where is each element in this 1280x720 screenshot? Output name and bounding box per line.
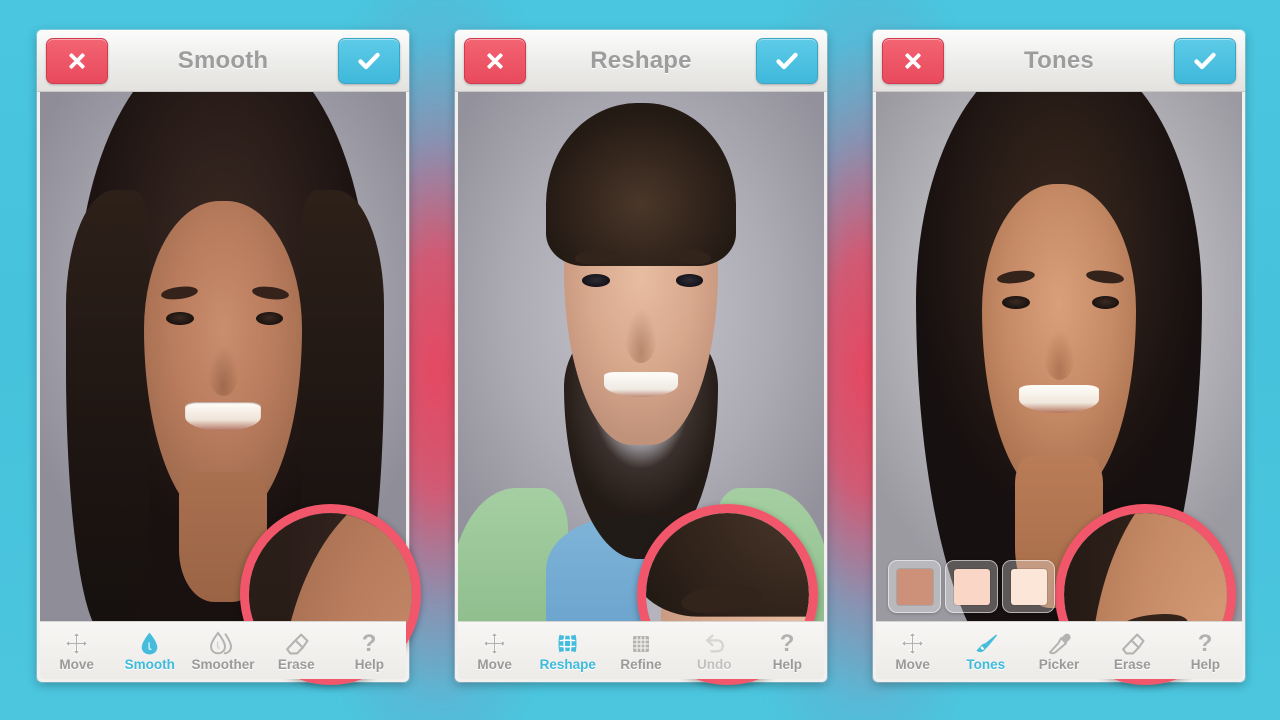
tool-picker[interactable]: Picker <box>1022 622 1095 679</box>
tool-label: Refine <box>620 656 662 672</box>
tone-swatch-medium[interactable] <box>888 560 941 613</box>
tone-swatch-pale[interactable] <box>1002 560 1055 613</box>
swatch-color-chip <box>1010 568 1047 605</box>
tool-help[interactable]: ? Help <box>333 622 406 679</box>
titlebar-reshape: Reshape <box>455 30 827 92</box>
swatch-color-chip <box>896 568 933 605</box>
tool-label: Reshape <box>539 656 596 672</box>
tool-label: Smoother <box>191 656 255 672</box>
move-arrows-icon <box>900 630 925 656</box>
tone-swatch-tray <box>888 560 1055 613</box>
tool-refine[interactable]: Refine <box>604 622 677 679</box>
question-mark-icon: ? <box>359 630 379 656</box>
toolbar-smooth: Move Smooth Smoother Erase ? Help <box>40 621 406 679</box>
droplet-icon <box>139 630 160 656</box>
close-x-icon <box>69 53 85 69</box>
tool-help[interactable]: ? Help <box>1169 622 1242 679</box>
toolbar-reshape: Move Reshape Refine Undo ? Help <box>458 621 824 679</box>
tool-help[interactable]: ? Help <box>751 622 824 679</box>
tool-erase[interactable]: Erase <box>1096 622 1169 679</box>
tool-label: Smooth <box>124 656 175 672</box>
tool-label: Picker <box>1038 656 1080 672</box>
tool-label: Move <box>895 656 930 672</box>
close-x-icon <box>487 53 503 69</box>
eraser-icon <box>1120 630 1145 656</box>
undo-arrow-icon <box>702 630 727 656</box>
tool-label: Erase <box>277 656 315 672</box>
titlebar-tones: Tones <box>873 30 1245 92</box>
tool-smoother[interactable]: Smoother <box>186 622 259 679</box>
tool-label: Move <box>477 656 512 672</box>
phone-screen-tones: Tones Move Tones Picker Erase ? Help <box>873 30 1245 685</box>
tool-label: Help <box>354 656 385 672</box>
tool-move[interactable]: Move <box>458 622 531 679</box>
panel-title: Tones <box>1024 46 1094 74</box>
confirm-button[interactable] <box>756 38 818 84</box>
svg-text:?: ? <box>362 631 377 656</box>
question-mark-icon: ? <box>777 630 797 656</box>
move-arrows-icon <box>482 630 507 656</box>
close-x-icon <box>905 53 921 69</box>
move-arrows-icon <box>64 630 89 656</box>
cancel-button[interactable] <box>46 38 108 84</box>
checkmark-icon <box>1194 52 1216 70</box>
phone-screen-reshape: Reshape Move Reshape Refine Undo ? Help <box>455 30 827 685</box>
tool-label: Help <box>1190 656 1221 672</box>
panel-title: Reshape <box>590 46 692 74</box>
tool-smooth[interactable]: Smooth <box>113 622 186 679</box>
tool-label: Tones <box>966 656 1006 672</box>
tool-label: Erase <box>1113 656 1151 672</box>
svg-text:?: ? <box>780 631 795 656</box>
cancel-button[interactable] <box>464 38 526 84</box>
toolbar-tones: Move Tones Picker Erase ? Help <box>876 621 1242 679</box>
warp-grid-icon <box>555 630 580 656</box>
tool-label: Move <box>59 656 94 672</box>
titlebar-smooth: Smooth <box>37 30 409 92</box>
checkmark-icon <box>358 52 380 70</box>
tool-undo[interactable]: Undo <box>678 622 751 679</box>
tool-label: Help <box>772 656 803 672</box>
swatch-color-chip <box>953 568 990 605</box>
checkmark-icon <box>776 52 798 70</box>
fine-grid-icon <box>629 630 653 656</box>
tool-tones[interactable]: Tones <box>949 622 1022 679</box>
panel-title: Smooth <box>177 46 269 74</box>
tool-label: Undo <box>696 656 732 672</box>
brush-icon <box>973 630 999 656</box>
confirm-button[interactable] <box>1174 38 1236 84</box>
eraser-icon <box>284 630 309 656</box>
tool-reshape[interactable]: Reshape <box>531 622 604 679</box>
tool-move[interactable]: Move <box>40 622 113 679</box>
question-mark-icon: ? <box>1195 630 1215 656</box>
cancel-button[interactable] <box>882 38 944 84</box>
tone-swatch-light[interactable] <box>945 560 998 613</box>
tool-erase[interactable]: Erase <box>260 622 333 679</box>
phone-screen-smooth: Smooth Move Smooth Smoother Erase ? Help <box>37 30 421 685</box>
eyedropper-icon <box>1047 630 1072 656</box>
svg-text:?: ? <box>1198 631 1213 656</box>
double-droplet-icon <box>209 630 237 656</box>
confirm-button[interactable] <box>338 38 400 84</box>
tool-move[interactable]: Move <box>876 622 949 679</box>
